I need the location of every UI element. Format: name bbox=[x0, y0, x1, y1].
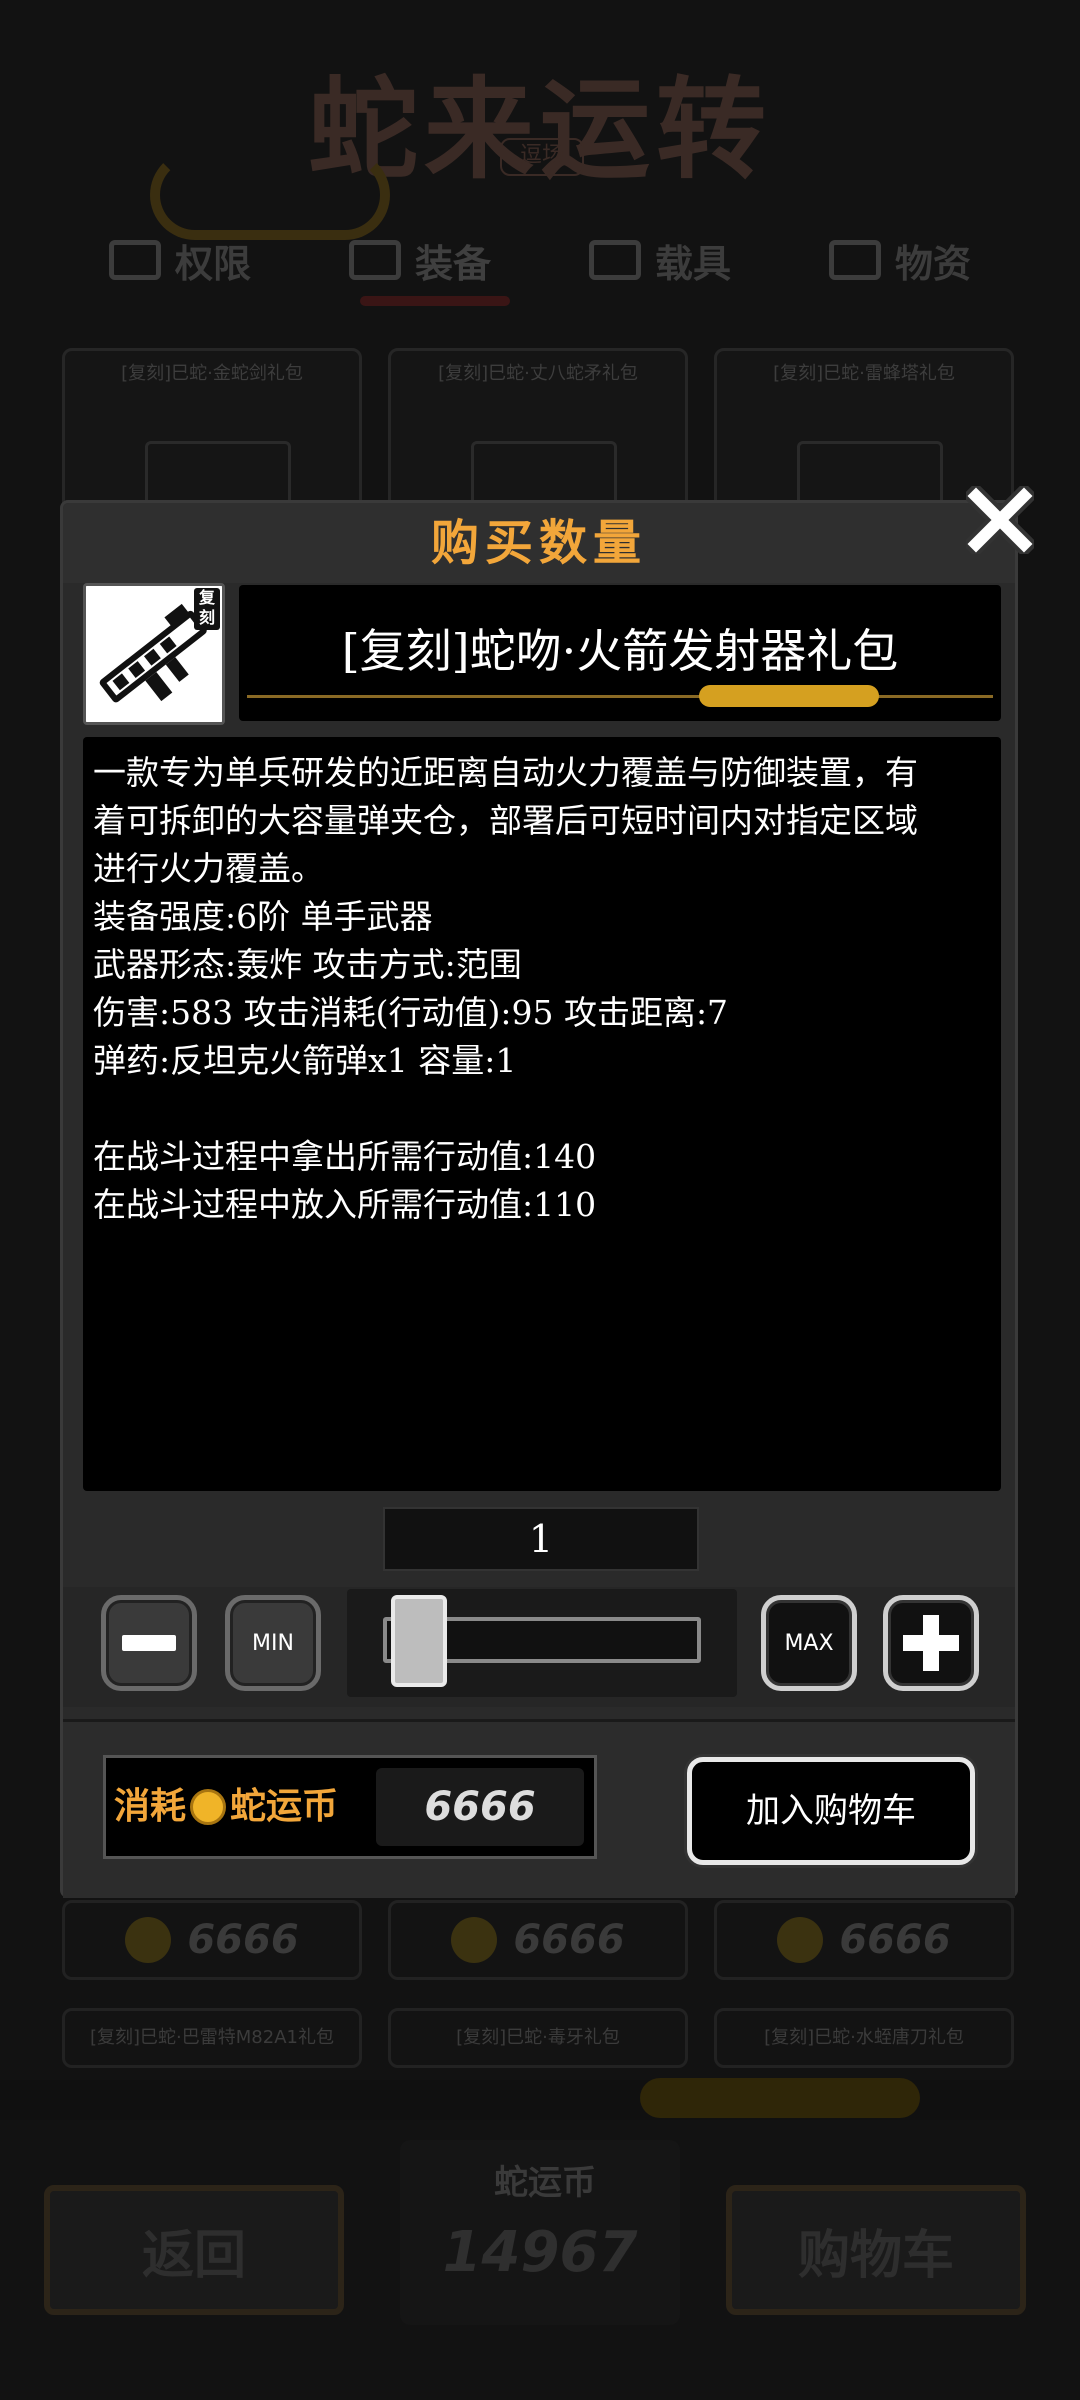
description-line: 进行火力覆盖。 bbox=[93, 849, 324, 888]
description-line: 武器形态:轰炸 攻击方式:范围 bbox=[93, 945, 522, 984]
back-button[interactable]: 返回 bbox=[44, 2185, 344, 2315]
category-tabs: 权限 装备 载具 物资 bbox=[60, 220, 1020, 300]
item-description: 一款专为单兵研发的近距离自动火力覆盖与防御装置，有 着可拆卸的大容量弹夹仓，部署… bbox=[83, 737, 1001, 1491]
description-line: 一款专为单兵研发的近距离自动火力覆盖与防御装置，有 bbox=[93, 753, 918, 792]
item-name-panel: [复刻]蛇吻·火箭发射器礼包 bbox=[239, 585, 1001, 721]
dialog-title: 购买数量 bbox=[430, 515, 647, 571]
description-line: 在战斗过程中拿出所需行动值:140 bbox=[93, 1137, 597, 1176]
tab-label: 装备 bbox=[414, 241, 491, 286]
coin-icon bbox=[777, 1917, 824, 1963]
product-price[interactable]: 6666 bbox=[388, 1900, 688, 1980]
coin-icon bbox=[451, 1917, 498, 1963]
coin-icon bbox=[190, 1789, 227, 1825]
cost-value: 6666 bbox=[376, 1768, 584, 1846]
minus-icon bbox=[122, 1635, 176, 1651]
snake-decoration bbox=[699, 685, 879, 707]
tab-supplies[interactable]: 物资 bbox=[780, 220, 1020, 300]
cart-button[interactable]: 购物车 bbox=[726, 2185, 1026, 2315]
max-button[interactable]: MAX bbox=[761, 1595, 857, 1691]
min-button[interactable]: MIN bbox=[225, 1595, 321, 1691]
shield-icon bbox=[348, 240, 401, 280]
price-value: 6666 bbox=[839, 1917, 951, 1963]
increase-button[interactable] bbox=[883, 1595, 979, 1691]
cost-label: 消耗 蛇运币 bbox=[114, 1758, 338, 1856]
product-title: [复刻]巳蛇·丈八蛇矛礼包 bbox=[438, 363, 638, 384]
close-button[interactable] bbox=[961, 481, 1039, 559]
balance-value: 14967 bbox=[442, 2220, 638, 2285]
tab-label: 载具 bbox=[654, 241, 731, 286]
price-value: 6666 bbox=[513, 1917, 625, 1963]
description-line: 弹药:反坦克火箭弹x1 容量:1 bbox=[93, 1041, 517, 1080]
tab-permissions[interactable]: 权限 bbox=[60, 220, 300, 300]
close-icon bbox=[961, 481, 1039, 559]
car-icon bbox=[588, 240, 641, 280]
active-tab-indicator bbox=[360, 296, 510, 306]
reissue-badge: 复刻 bbox=[194, 588, 220, 630]
product-card[interactable]: [复刻]巳蛇·金蛇剑礼包 bbox=[62, 348, 362, 527]
product-card[interactable]: [复刻]巳蛇·巴雷特M82A1礼包 bbox=[62, 2008, 362, 2068]
quantity-slider-thumb[interactable] bbox=[391, 1595, 447, 1687]
coin-icon bbox=[125, 1917, 172, 1963]
product-card[interactable]: [复刻]巳蛇·水蛭唐刀礼包 bbox=[714, 2008, 1014, 2068]
decrease-button[interactable] bbox=[101, 1595, 197, 1691]
product-card[interactable]: [复刻]巳蛇·毒牙礼包 bbox=[388, 2008, 688, 2068]
box-icon bbox=[108, 240, 161, 280]
description-line bbox=[93, 1085, 991, 1133]
cost-panel: 消耗 蛇运币 6666 bbox=[103, 1755, 597, 1859]
quantity-display: 1 bbox=[383, 1507, 699, 1571]
product-title: [复刻]巳蛇·雷蜂塔礼包 bbox=[773, 363, 955, 384]
tab-vehicles[interactable]: 载具 bbox=[540, 220, 780, 300]
product-price[interactable]: 6666 bbox=[62, 1900, 362, 1980]
purchase-quantity-dialog: 购买数量 复刻 [复刻]蛇吻·火箭发射器礼包 一款专为单兵研发的近距离自动火力覆… bbox=[60, 500, 1018, 1898]
description-line: 在战斗过程中放入所需行动值:110 bbox=[93, 1185, 597, 1224]
snake-decoration bbox=[640, 2078, 920, 2118]
tab-label: 权限 bbox=[174, 241, 251, 286]
item-name: [复刻]蛇吻·火箭发射器礼包 bbox=[341, 624, 899, 678]
decorative-line bbox=[247, 695, 993, 698]
description-line: 着可拆卸的大容量弹夹仓，部署后可短时间内对指定区域 bbox=[93, 801, 918, 840]
product-price[interactable]: 6666 bbox=[714, 1900, 1014, 1980]
shop-subtitle: 逗场 bbox=[500, 138, 584, 176]
price-value: 6666 bbox=[187, 1917, 299, 1963]
balance-label: 蛇运币 bbox=[494, 2163, 596, 2203]
item-icon: 复刻 bbox=[83, 583, 225, 725]
description-line: 伤害:583 攻击消耗(行动值):95 攻击距离:7 bbox=[93, 993, 729, 1032]
product-card[interactable]: [复刻]巳蛇·丈八蛇矛礼包 bbox=[388, 348, 688, 527]
tab-label: 物资 bbox=[894, 241, 971, 286]
cost-prefix: 消耗 bbox=[114, 1786, 187, 1827]
crate-icon bbox=[828, 240, 881, 280]
plus-icon bbox=[903, 1615, 959, 1671]
tab-equipment[interactable]: 装备 bbox=[300, 220, 540, 300]
add-to-cart-button[interactable]: 加入购物车 bbox=[687, 1757, 975, 1865]
cost-currency: 蛇运币 bbox=[230, 1786, 339, 1827]
description-line: 装备强度:6阶 单手武器 bbox=[93, 897, 433, 936]
product-title: [复刻]巳蛇·金蛇剑礼包 bbox=[121, 363, 303, 384]
